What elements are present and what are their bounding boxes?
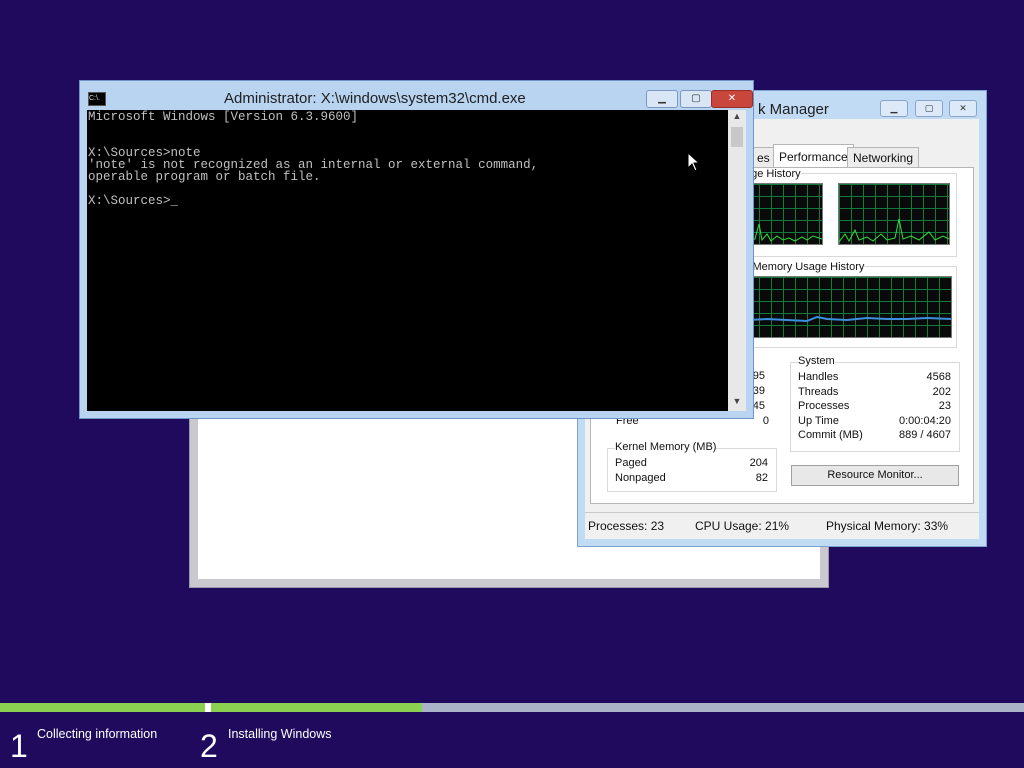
cpu-graph-2 — [838, 183, 950, 245]
task-manager-statusbar: Processes: 23 CPU Usage: 21% Physical Me… — [585, 512, 979, 539]
system-label: System — [798, 355, 835, 367]
setup-progress-bar — [0, 703, 1024, 712]
progress-step1 — [0, 703, 205, 712]
tab-networking[interactable]: Networking — [847, 147, 920, 168]
cmd-title: Administrator: X:\windows\system32\cmd.e… — [224, 90, 526, 107]
step-1-label: Collecting information — [37, 727, 158, 741]
maximize-button[interactable]: ▢ — [915, 100, 943, 117]
status-cpu: CPU Usage: 21% — [695, 519, 790, 533]
memory-graph — [746, 276, 952, 338]
scroll-thumb[interactable] — [731, 127, 743, 147]
step-2-label: Installing Windows — [228, 727, 332, 741]
system-handles-row: Handles 4568 — [798, 371, 951, 383]
cpu-graph-1 — [746, 183, 823, 245]
cmd-minimize-button[interactable]: ▁ — [646, 90, 678, 108]
status-processes: Processes: 23 — [588, 519, 665, 533]
system-commit-row: Commit (MB) 889 / 4607 — [798, 429, 951, 441]
close-button[interactable]: ✕ — [949, 100, 977, 117]
kernel-memory-group — [607, 448, 777, 492]
system-threads-row: Threads 202 — [798, 386, 951, 398]
cmd-close-button[interactable]: ✕ — [711, 90, 753, 108]
kernel-memory-label: Kernel Memory (MB) — [615, 441, 717, 453]
kernel-nonpaged-row: Nonpaged 82 — [615, 472, 768, 484]
scroll-down-icon[interactable]: ▼ — [728, 396, 746, 410]
status-memory: Physical Memory: 33% — [826, 519, 949, 533]
tab-performance[interactable]: Performance — [773, 144, 854, 169]
cmd-console[interactable]: Microsoft Windows [Version 6.3.9600] X:\… — [87, 110, 728, 411]
system-uptime-row: Up Time 0:00:04:20 — [798, 415, 951, 427]
mouse-cursor-icon — [687, 152, 701, 172]
step-1-number: 1 — [10, 728, 28, 764]
cmd-scrollbar[interactable]: ▲ ▼ — [728, 110, 746, 411]
step-2-number: 2 — [200, 728, 218, 764]
console-line: X:\Sources>_ — [88, 194, 179, 208]
task-manager-title: k Manager — [758, 101, 829, 118]
memory-history-label: l Memory Usage History — [747, 261, 865, 273]
console-line: Microsoft Windows [Version 6.3.9600] — [88, 110, 359, 124]
resource-monitor-button[interactable]: Resource Monitor... — [791, 465, 959, 486]
scroll-up-icon[interactable]: ▲ — [728, 111, 746, 125]
cmd-icon: C:\. — [88, 92, 106, 106]
minimize-button[interactable]: ▁ — [880, 100, 908, 117]
tab-processes[interactable]: es — [751, 147, 776, 168]
system-processes-row: Processes 23 — [798, 400, 951, 412]
progress-step2 — [211, 703, 422, 712]
kernel-paged-row: Paged 204 — [615, 457, 768, 469]
cmd-maximize-button[interactable]: ▢ — [680, 90, 712, 108]
console-line: operable program or batch file. — [88, 170, 321, 184]
cmd-window[interactable]: C:\. Administrator: X:\windows\system32\… — [79, 80, 754, 419]
